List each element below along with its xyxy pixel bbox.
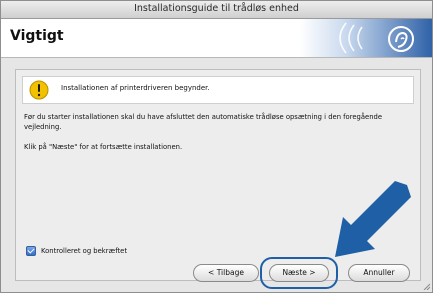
- wireless-logo-icon: [339, 22, 414, 54]
- checkbox-checked-icon[interactable]: [26, 246, 36, 256]
- notice-box: Installationen af printerdriveren begynd…: [22, 76, 414, 104]
- wireless-banner: [300, 19, 432, 57]
- installer-window: Installationsguide til trådløs enhed Vig…: [0, 0, 433, 293]
- resize-grip-icon[interactable]: [422, 282, 430, 290]
- page-heading: Vigtigt: [10, 28, 64, 44]
- cancel-button[interactable]: Annuller: [348, 264, 410, 282]
- instruction-paragraph-2: Klik på "Næste" for at fortsætte install…: [24, 143, 183, 151]
- window-title: Installationsguide til trådløs enhed: [134, 3, 299, 14]
- next-button-highlight: [260, 257, 338, 289]
- title-bar: Installationsguide til trådløs enhed: [1, 1, 432, 19]
- instruction-paragraph-1: Før du starter installationen skal du ha…: [24, 113, 383, 131]
- notice-text: Installationen af printerdriveren begynd…: [61, 84, 210, 92]
- confirm-checkbox[interactable]: Kontrolleret og bekræftet: [26, 246, 127, 256]
- header-panel: Vigtigt: [1, 19, 432, 58]
- warning-icon: [29, 80, 49, 100]
- pointer-arrow-icon: [335, 181, 411, 257]
- back-button[interactable]: < Tilbage: [193, 264, 259, 282]
- checkbox-label: Kontrolleret og bekræftet: [41, 247, 127, 255]
